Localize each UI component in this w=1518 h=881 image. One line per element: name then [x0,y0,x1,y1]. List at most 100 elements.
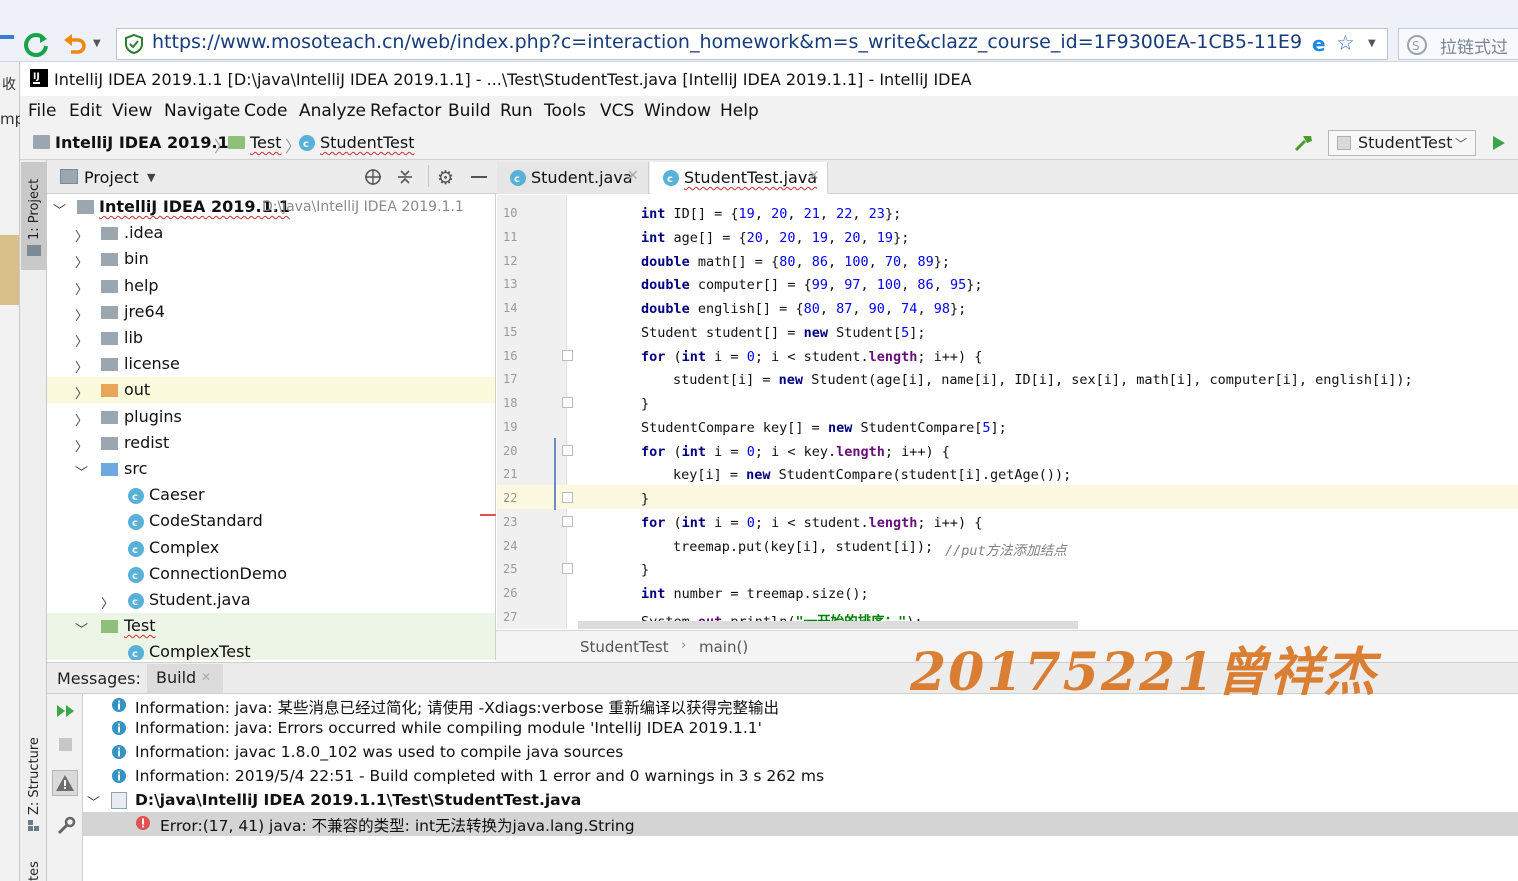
wrench-icon[interactable] [56,816,76,836]
editor-breadcrumb-class[interactable]: StudentTest [580,638,669,656]
chevron-down-icon[interactable]: ﹀ [87,792,100,811]
hide-panel-icon[interactable] [471,176,487,178]
chevron-down-icon[interactable]: ﹀ [75,619,88,638]
menu-code[interactable]: Code [244,101,288,121]
close-icon[interactable]: ✕ [627,168,639,184]
tree-item-jre64[interactable]: 〉 jre64 [47,299,495,325]
menu-edit[interactable]: Edit [69,101,102,121]
project-panel-title[interactable]: Project [84,168,139,187]
tree-item-idea[interactable]: 〉 .idea [47,220,495,246]
favorite-star-icon[interactable]: ☆ [1336,31,1355,55]
message-text: Information: javac 1.8.0_102 was used to… [135,743,624,761]
chevron-right-icon[interactable]: 〉 [75,357,88,376]
menu-vcs[interactable]: VCS [600,101,634,121]
close-icon[interactable]: ✕ [201,670,211,684]
class-icon: c [127,513,145,531]
tree-item-help[interactable]: 〉 help [47,273,495,299]
message-row[interactable]: Information: 2019/5/4 22:51 - Build comp… [83,765,1518,789]
tree-item-plugins[interactable]: 〉 plugins [47,404,495,430]
chevron-right-icon[interactable]: 〉 [101,593,114,612]
project-view-dropdown-icon[interactable]: ▼ [147,171,155,184]
editor-breadcrumb-method[interactable]: main() [699,638,748,656]
refresh-icon[interactable] [22,30,50,58]
gear-icon[interactable]: ⚙ [437,167,454,189]
tree-item-license[interactable]: 〉 license [47,351,495,377]
fold-marker-icon[interactable] [562,563,573,574]
tree-item-complextest[interactable]: c ComplexTest [47,639,495,660]
ie-compat-icon[interactable]: e [1310,33,1332,55]
rerun-icon[interactable] [56,702,76,720]
structure-tool-tab-label[interactable]: Z: Structure [27,737,42,815]
message-row[interactable]: Information: javac 1.8.0_102 was used to… [83,741,1518,765]
tree-item-test[interactable]: ﹀ Test [47,613,495,639]
build-tab[interactable]: Build ✕ [147,664,223,693]
chevron-right-icon[interactable]: 〉 [75,383,88,402]
author-watermark: 20175221曾祥杰 [910,642,1378,703]
chevron-right-icon[interactable]: 〉 [75,252,88,271]
tree-item-label: .idea [124,223,164,242]
breadcrumb-test[interactable]: Test [250,133,282,152]
chevron-right-icon[interactable]: 〉 [75,410,88,429]
close-icon[interactable]: ✕ [808,168,820,184]
tree-item-caeser[interactable]: c Caeser [47,482,495,508]
fold-marker-icon[interactable] [562,516,573,527]
menu-refactor[interactable]: Refactor [370,101,441,121]
tree-item-student-java[interactable]: 〉 c Student.java [47,587,495,613]
tree-item-bin[interactable]: 〉 bin [47,246,495,272]
chevron-right-icon[interactable]: 〉 [75,436,88,455]
collapse-all-icon[interactable] [396,168,414,186]
fold-marker-icon[interactable] [562,492,573,503]
svg-text:e: e [1312,33,1326,55]
menu-help[interactable]: Help [720,101,759,121]
tree-item-src[interactable]: ﹀ src [47,456,495,482]
tree-item-redist[interactable]: 〉 redist [47,430,495,456]
chevron-right-icon[interactable]: 〉 [75,331,88,350]
fold-marker-icon[interactable] [562,445,573,456]
fold-marker-icon[interactable] [562,350,573,361]
favorites-tool-tab-label[interactable]: tes [27,861,42,881]
menu-navigate[interactable]: Navigate [164,101,240,121]
menu-file[interactable]: File [28,101,56,121]
message-row[interactable]: Information: java: Errors occurred while… [83,717,1518,741]
tab-studenttest-java[interactable]: c StudentTest.java ✕ [650,162,828,194]
message-file-row[interactable]: ﹀ D:\java\IntelliJ IDEA 2019.1.1\Test\St… [83,789,1518,813]
tree-item-lib[interactable]: 〉 lib [47,325,495,351]
tree-item-complex[interactable]: c Complex [47,535,495,561]
chevron-right-icon[interactable]: 〉 [75,226,88,245]
tree-item-codestandard[interactable]: c CodeStandard [47,508,495,534]
breadcrumb-studenttest[interactable]: StudentTest [320,133,415,152]
menu-analyze[interactable]: Analyze [299,101,366,121]
fold-marker-icon[interactable] [562,397,573,408]
address-dropdown-icon[interactable]: ▼ [1368,38,1376,49]
chevron-right-icon[interactable]: 〉 [75,279,88,298]
chevron-down-icon[interactable]: ﹀ [1455,135,1467,152]
line-number: 11 [503,230,518,244]
chevron-down-icon[interactable]: ﹀ [53,200,66,219]
locate-target-icon[interactable] [364,168,382,186]
undo-icon[interactable] [62,32,88,56]
tree-item-label: out [124,380,151,399]
stop-icon[interactable] [59,738,72,751]
tab-student-java[interactable]: c Student.java ✕ [497,162,649,194]
chevron-down-icon[interactable]: ﹀ [75,462,88,481]
chevron-right-icon[interactable]: 〉 [75,305,88,324]
code-line: double computer[] = {99, 97, 100, 86, 95… [641,277,983,293]
menu-view[interactable]: View [112,101,152,121]
tree-item-connectiondemo[interactable]: c ConnectionDemo [47,561,495,587]
build-hammer-icon[interactable] [1293,133,1315,153]
horizontal-scrollbar[interactable] [578,621,1078,629]
url-text: https://www.mosoteach.cn/web/index.php?c… [152,31,1302,53]
warnings-toggle[interactable] [52,770,78,796]
error-stripe-mark [480,514,496,516]
menu-run[interactable]: Run [500,101,533,121]
menu-window[interactable]: Window [644,101,711,121]
message-error-row[interactable]: Error:(17, 41) java: 不兼容的类型: int无法转换为jav… [83,812,1518,836]
svg-text:c: c [303,139,309,150]
menu-tools[interactable]: Tools [544,101,586,121]
undo-dropdown-icon[interactable]: ▼ [93,38,101,49]
tree-item-out[interactable]: 〉 out [47,377,495,403]
outer-left-strip [0,62,20,881]
tree-item-root[interactable]: ﹀ IntelliJ IDEA 2019.1.1 D:\java\Intelli… [47,194,495,220]
menu-build[interactable]: Build [448,101,491,121]
run-play-icon[interactable] [1491,134,1507,152]
